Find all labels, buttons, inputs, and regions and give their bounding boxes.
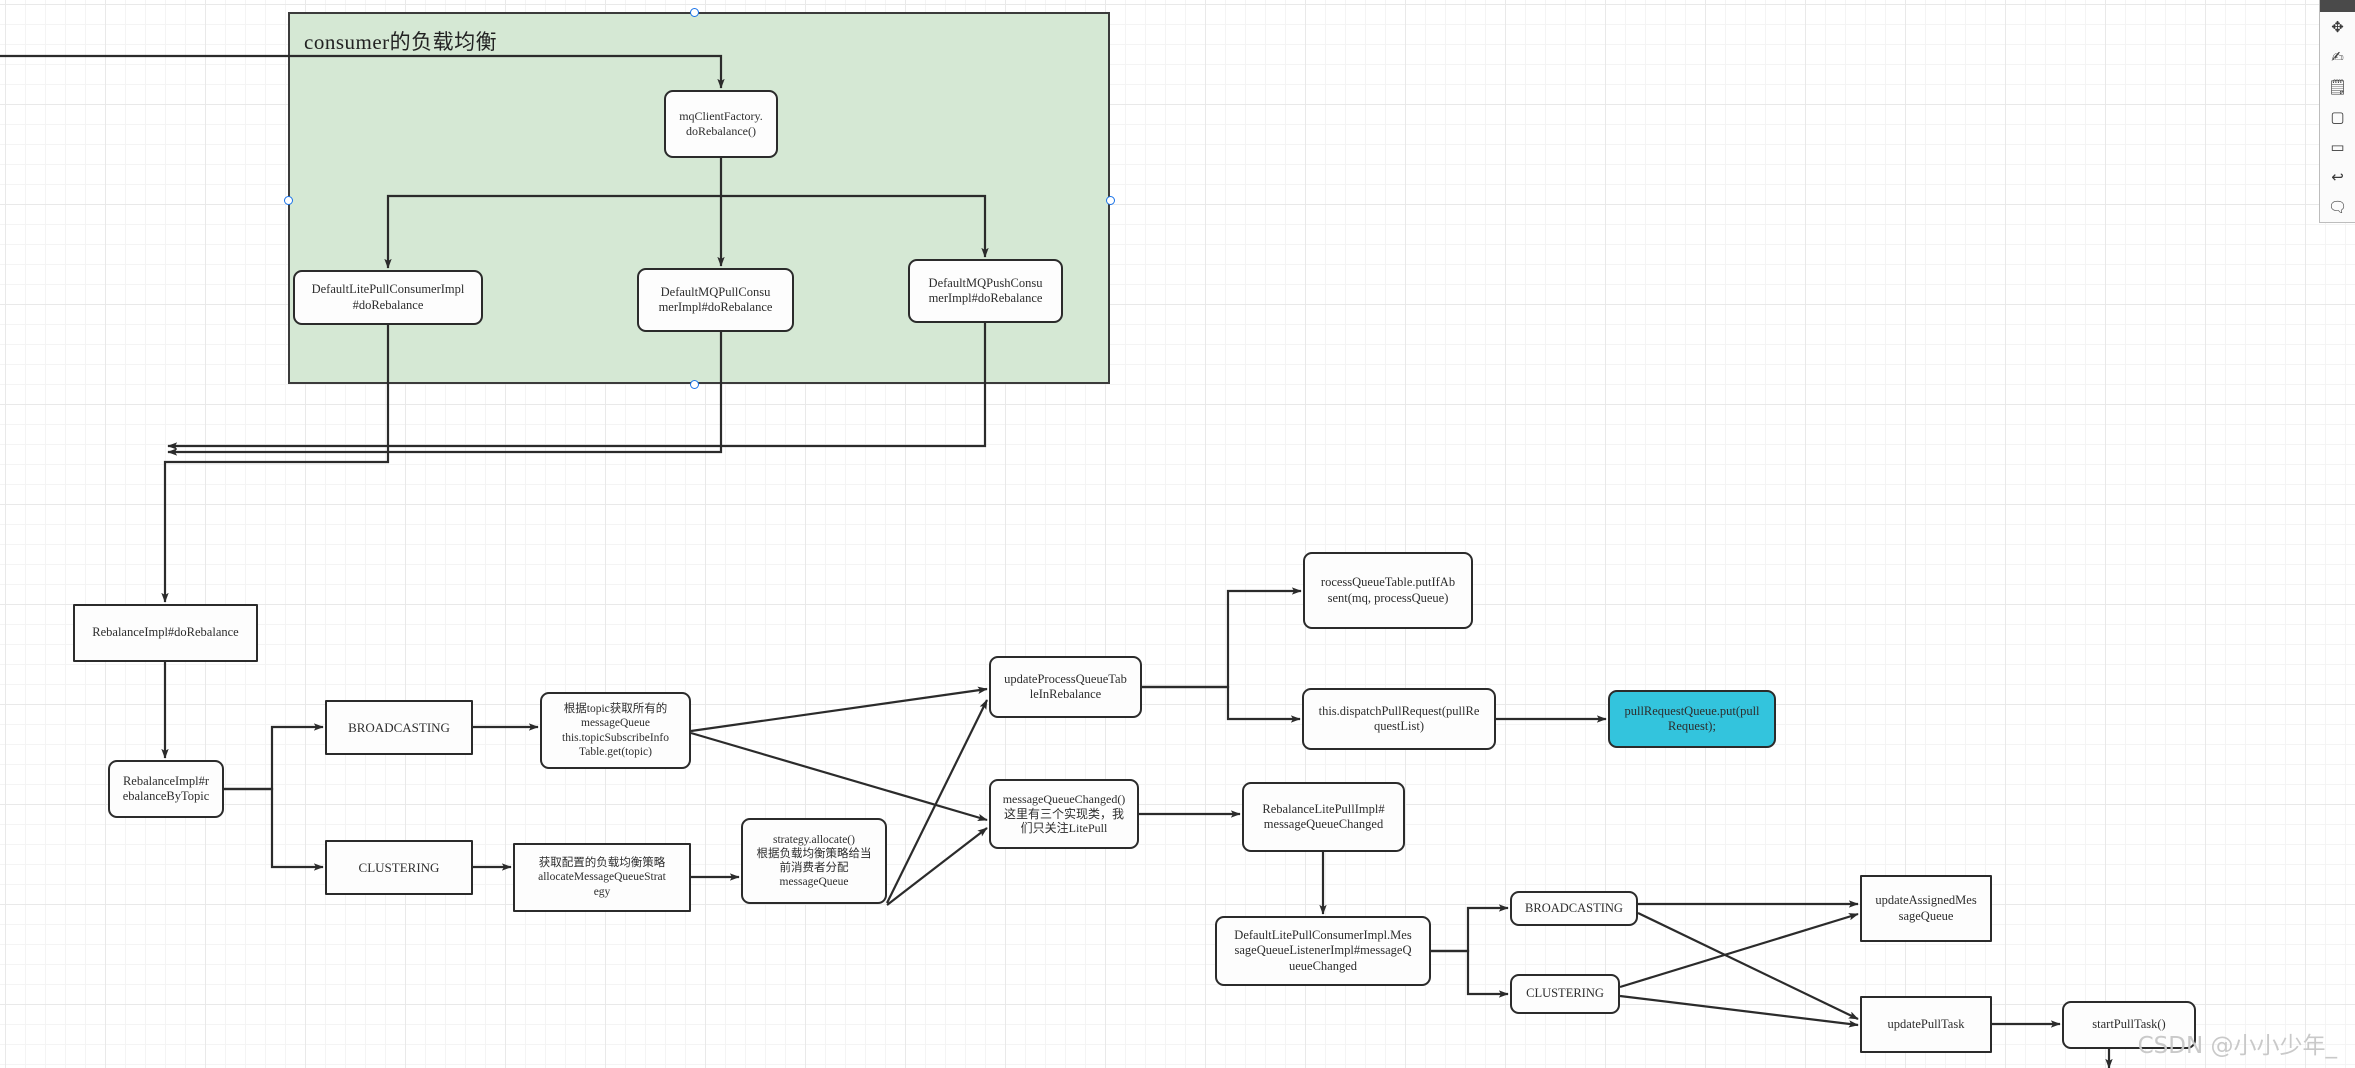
undo-arrow-icon-glyph: ↩	[2331, 168, 2344, 186]
node-label: BROADCASTING	[348, 719, 450, 735]
node-pullRequestQueue[interactable]: pullRequestQueue.put(pull Request);	[1608, 690, 1776, 748]
edge-litepulllistener-to-broadcasting2	[1431, 904, 1509, 953]
edge-strategyallocate-to-messagequeuechanged	[886, 827, 988, 906]
node-label: DefaultMQPullConsu merImpl#doRebalance	[658, 284, 773, 314]
node-updatePullTask[interactable]: updatePullTask	[1860, 996, 1992, 1053]
node-putIfAbsent[interactable]: rocessQueueTable.putIfAb sent(mq, process…	[1303, 552, 1473, 629]
node-label: RebalanceImpl#r ebalanceByTopic	[122, 773, 210, 803]
node-broadcasting2[interactable]: BROADCASTING	[1510, 891, 1638, 926]
edge-broadcasting2-to-updatepulltask	[1637, 912, 1859, 1020]
rectangle-icon-glyph: ▭	[2330, 138, 2345, 156]
select-cursor-icon[interactable]: ✥	[2320, 12, 2355, 42]
selection-handle-0[interactable]	[689, 7, 699, 17]
node-label: updateAssignedMes sageQueue	[1875, 893, 1977, 923]
shape-icon[interactable]: ▢	[2320, 102, 2355, 132]
node-label: this.dispatchPullRequest(pullRe questList…	[1318, 703, 1480, 733]
edge-topicsubscribe-to-updateprocessqueue	[690, 686, 988, 733]
edge-strategyallocate-to-updateprocessqueue	[886, 699, 988, 904]
note-icon[interactable]: 🗒	[2320, 72, 2355, 102]
edge-rebalancebytopic-to-broadcasting	[224, 723, 324, 791]
edge-clustering2-to-updateassigned	[1619, 912, 1859, 989]
node-mqClientFactory[interactable]: mqClientFactory. doRebalance()	[664, 90, 778, 158]
node-label: RebalanceLitePullImpl# messageQueueChange…	[1262, 801, 1385, 831]
edge-clustering2-to-updatepulltask	[1619, 994, 1859, 1028]
group-title: consumer的负载均衡	[304, 30, 498, 54]
node-label: RebalanceImpl#doRebalance	[92, 625, 239, 640]
node-topicSubscribe[interactable]: 根据topic获取所有的 messageQueue this.topicSubscr…	[540, 692, 691, 769]
node-label: rocessQueueTable.putIfAb sent(mq, process…	[1320, 575, 1456, 605]
node-litePullDo[interactable]: DefaultLitePullConsumerImpl #doRebalance	[293, 270, 483, 325]
comment-icon-glyph: 🗨	[2327, 198, 2348, 216]
freehand-pen-icon[interactable]: ✍	[2320, 42, 2355, 72]
watermark: CSDN @小小少年_	[2137, 1033, 2337, 1059]
node-broadcasting1[interactable]: BROADCASTING	[325, 700, 473, 755]
diagram-canvas[interactable]: consumer的负载均衡 mqClientFactory. doRebalan…	[0, 0, 2355, 1068]
shape-icon-glyph: ▢	[2330, 108, 2345, 126]
edge-updateprocessqueue-to-dispatchpull	[1142, 685, 1301, 723]
node-litePullListener[interactable]: DefaultLitePullConsumerImpl.Mes sageQueue…	[1215, 916, 1431, 986]
node-label: 获取配置的负载均衡策略 allocateMessageQueueStrat egy	[538, 857, 666, 898]
node-mqPushDo[interactable]: DefaultMQPushConsu merImpl#doRebalance	[908, 259, 1063, 323]
node-mqPullDo[interactable]: DefaultMQPullConsu merImpl#doRebalance	[637, 268, 794, 332]
edge-updateprocessqueue-to-putifabsent	[1142, 587, 1302, 689]
undo-arrow-icon[interactable]: ↩	[2320, 162, 2355, 192]
node-label: messageQueueChanged() 这里有三个实现类，我 们只关注LiteP…	[1002, 792, 1126, 836]
node-label: strategy.allocate() 根据负载均衡策略给当 前消费者分配 messa…	[756, 833, 872, 889]
node-rebalanceImplDo[interactable]: RebalanceImpl#doRebalance	[73, 604, 258, 662]
selection-handle-2[interactable]	[1105, 195, 1115, 205]
edge-rebalancebytopic-to-clustering	[224, 787, 324, 871]
node-label: updatePullTask	[1887, 1016, 1965, 1031]
selection-handle-3[interactable]	[689, 379, 699, 389]
rectangle-icon[interactable]: ▭	[2320, 132, 2355, 162]
node-label: updateProcessQueueTab leInRebalance	[1004, 671, 1127, 701]
select-cursor-icon-glyph: ✥	[2331, 18, 2344, 36]
node-label: DefaultLitePullConsumerImpl #doRebalance	[311, 282, 465, 312]
note-icon-glyph: 🗒	[2327, 78, 2348, 96]
node-msgQueueChanged[interactable]: messageQueueChanged() 这里有三个实现类，我 们只关注LiteP…	[989, 779, 1139, 849]
node-rebalanceByTopic[interactable]: RebalanceImpl#r ebalanceByTopic	[108, 760, 224, 818]
node-rebalanceLitePull[interactable]: RebalanceLitePullImpl# messageQueueChange…	[1242, 782, 1405, 852]
node-allocateStrategy[interactable]: 获取配置的负载均衡策略 allocateMessageQueueStrat egy	[513, 843, 691, 912]
node-label: CLUSTERING	[1526, 986, 1604, 1001]
node-label: mqClientFactory. doRebalance()	[679, 109, 763, 138]
node-label: DefaultMQPushConsu merImpl#doRebalance	[928, 275, 1043, 305]
edge-litepulllistener-to-clustering2	[1431, 949, 1509, 998]
comment-icon[interactable]: 🗨	[2320, 192, 2355, 222]
node-updateProcessQT[interactable]: updateProcessQueueTab leInRebalance	[989, 656, 1142, 718]
node-clustering2[interactable]: CLUSTERING	[1510, 974, 1620, 1014]
node-updateAssigned[interactable]: updateAssignedMes sageQueue	[1860, 875, 1992, 942]
selection-handle-1[interactable]	[283, 195, 293, 205]
node-label: pullRequestQueue.put(pull Request);	[1624, 703, 1760, 733]
node-label: DefaultLitePullConsumerImpl.Mes sageQueue…	[1234, 928, 1412, 973]
node-label: CLUSTERING	[358, 859, 440, 875]
node-label: 根据topic获取所有的 messageQueue this.topicSubscr…	[562, 703, 669, 758]
right-toolbar[interactable]: ✥ ✍ 🗒 ▢ ▭ ↩ 🗨	[2319, 0, 2355, 223]
node-strategyAllocate[interactable]: strategy.allocate() 根据负载均衡策略给当 前消费者分配 messa…	[741, 818, 887, 904]
freehand-pen-icon-glyph: ✍	[2331, 48, 2344, 66]
toolbar-header	[2320, 0, 2355, 12]
node-dispatchPull[interactable]: this.dispatchPullRequest(pullRe questList…	[1302, 688, 1496, 750]
node-clustering1[interactable]: CLUSTERING	[325, 840, 473, 895]
edge-topicsubscribe-to-messagequeuechanged	[690, 731, 988, 822]
node-label: BROADCASTING	[1525, 900, 1623, 915]
